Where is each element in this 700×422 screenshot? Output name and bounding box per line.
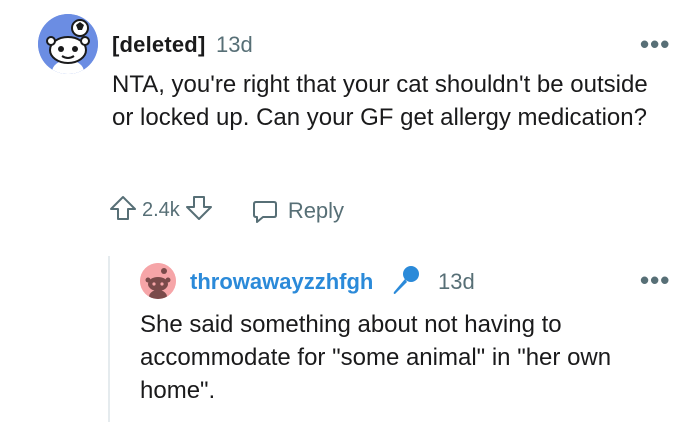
reply-author[interactable]: throwawayzzhfgh bbox=[190, 269, 373, 295]
reply-timestamp: 13d bbox=[438, 269, 475, 294]
snoo-avatar-icon bbox=[140, 263, 176, 299]
reply-avatar[interactable] bbox=[140, 263, 176, 299]
thread-line[interactable] bbox=[108, 256, 110, 422]
comment-body: NTA, you're right that your cat shouldn'… bbox=[112, 71, 648, 131]
vote-count: 2.4k bbox=[142, 199, 180, 221]
downvote-button[interactable] bbox=[184, 193, 214, 228]
comment-author[interactable]: [deleted] bbox=[112, 32, 205, 58]
more-options-button[interactable]: ••• bbox=[640, 31, 670, 57]
comment-actions: 2.4k Reply bbox=[108, 193, 344, 228]
upvote-button[interactable] bbox=[108, 193, 138, 228]
comment-timestamp: 13d bbox=[216, 32, 253, 57]
downvote-icon bbox=[185, 196, 212, 220]
reply-more-options-button[interactable]: ••• bbox=[640, 267, 670, 293]
reply-bubble-icon bbox=[252, 200, 277, 223]
snoo-avatar-icon bbox=[38, 14, 98, 74]
reply-button[interactable]: Reply bbox=[250, 196, 344, 226]
reply-body: She said something about not having to a… bbox=[140, 311, 612, 404]
comment-avatar[interactable] bbox=[38, 14, 98, 74]
upvote-icon bbox=[110, 196, 136, 220]
op-badge bbox=[388, 264, 422, 303]
reply-label: Reply bbox=[287, 197, 345, 223]
more-options-icon: ••• bbox=[640, 265, 671, 295]
microphone-icon bbox=[393, 266, 419, 294]
more-options-icon: ••• bbox=[640, 29, 671, 59]
